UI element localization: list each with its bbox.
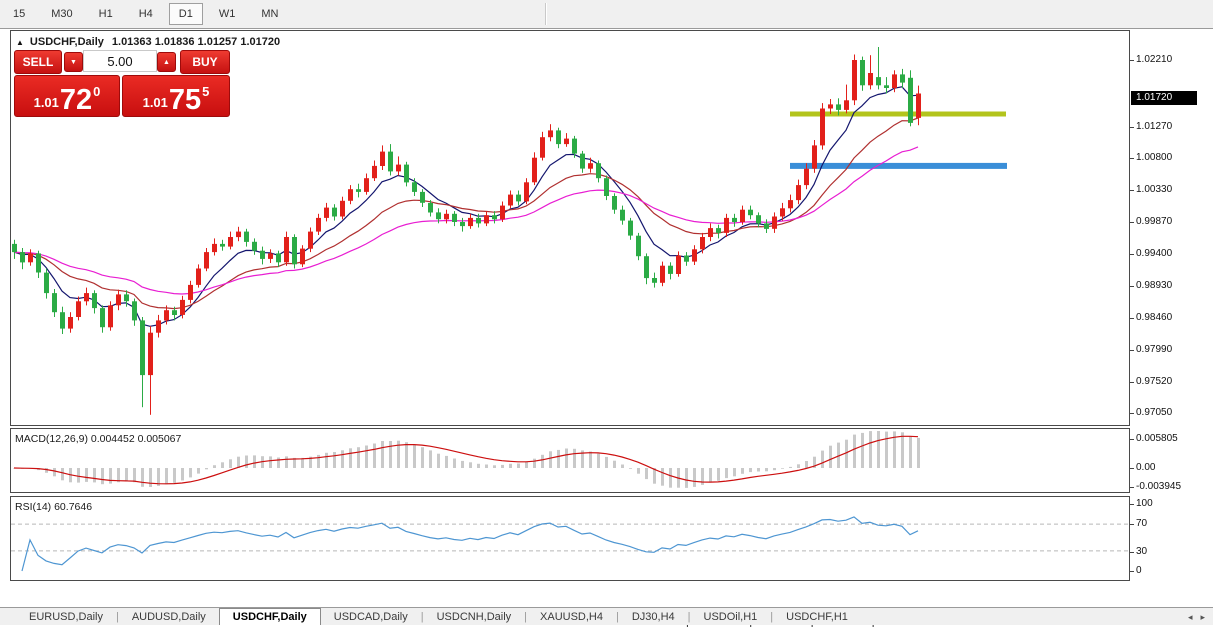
- sell-price-big-digits: 72: [60, 87, 92, 113]
- price-axis-label: 0.98930: [1136, 280, 1172, 291]
- rsi-axis-label-tick: [1130, 524, 1134, 525]
- rsi-axis-label-tick: [1130, 504, 1134, 505]
- price-axis-label-tick: [1130, 158, 1134, 159]
- price-axis-label: 1.00330: [1136, 184, 1172, 195]
- mt4-trading-platform: { "toolbar": { "timeframes": [ {"label":…: [0, 0, 1213, 625]
- timeframe-toolbar: 15 M30 H1 H4 D1 W1MN: [0, 0, 1213, 29]
- chart-title: ▲ USDCHF,Daily 1.01363 1.01836 1.01257 1.0…: [16, 36, 280, 50]
- rsi-axis-label-tick: [1130, 571, 1134, 572]
- price-axis-label: 0.97520: [1136, 376, 1172, 387]
- price-axis-label: 0.97050: [1136, 407, 1172, 418]
- timeframe-button-h4[interactable]: H4: [129, 3, 163, 25]
- tab-xauusd-h4[interactable]: XAUUSD,H4: [527, 608, 616, 625]
- price-axis-label: 1.01270: [1136, 121, 1172, 132]
- price-axis-label: 1.00800: [1136, 152, 1172, 163]
- price-axis-label: 1.02210: [1136, 54, 1172, 65]
- price-axis-label-tick: [1130, 60, 1134, 61]
- timeframe-button-15[interactable]: 15: [3, 3, 35, 25]
- volume-increase-button[interactable]: ▲: [157, 52, 176, 72]
- macd-axis-label: -0.003945: [1136, 481, 1181, 492]
- tab-scroll-arrows: ◂ ▸: [1188, 608, 1205, 626]
- price-axis-label: 0.97990: [1136, 344, 1172, 355]
- price-axis-label-tick: [1130, 127, 1134, 128]
- macd-indicator-label: MACD(12,26,9) 0.004452 0.005067: [15, 433, 181, 445]
- macd-axis-label: 0.00: [1136, 462, 1155, 473]
- chart-symbol-label: USDCHF,Daily: [30, 36, 104, 48]
- tab-audusd-daily[interactable]: AUDUSD,Daily: [119, 608, 219, 625]
- tab-eurusd-daily[interactable]: EURUSD,Daily: [16, 608, 116, 625]
- chart-tabbar: EURUSD,Daily|AUDUSD,DailyUSDCHF,DailyUSD…: [0, 607, 1213, 625]
- volume-input[interactable]: 5.00: [83, 50, 157, 72]
- chart-ohlc-values: 1.01363 1.01836 1.01257 1.01720: [112, 36, 280, 48]
- chart-window: ▲ USDCHF,Daily 1.01363 1.01836 1.01257 1.0…: [0, 29, 1213, 607]
- timeframe-button-h1[interactable]: H1: [89, 3, 123, 25]
- macd-axis-label-tick: [1130, 487, 1134, 488]
- price-axis-label-tick: [1130, 286, 1134, 287]
- current-price-marker: 1.01720: [1131, 91, 1197, 105]
- tab-scroll-right-icon[interactable]: ▸: [1200, 612, 1205, 623]
- macd-axis-label-tick: [1130, 439, 1134, 440]
- volume-decrease-button[interactable]: ▼: [64, 52, 83, 72]
- tab-usdcnh-daily[interactable]: USDCNH,Daily: [424, 608, 525, 625]
- macd-axis-label-tick: [1130, 468, 1134, 469]
- rsi-axis-label: 0: [1136, 565, 1142, 576]
- price-axis-label-tick: [1130, 318, 1134, 319]
- sell-price-prefix: 1.01: [34, 95, 59, 110]
- tab-usdcad-daily[interactable]: USDCAD,Daily: [321, 608, 421, 625]
- rsi-axis-label: 30: [1136, 546, 1147, 557]
- sell-button[interactable]: SELL: [14, 50, 62, 74]
- macd-axis-label: 0.005805: [1136, 433, 1178, 444]
- collapse-panel-icon[interactable]: ▲: [16, 38, 24, 47]
- buy-price-prefix: 1.01: [143, 95, 168, 110]
- tab-usdoil-h1[interactable]: USDOil,H1: [691, 608, 771, 625]
- price-axis-label: 0.99400: [1136, 248, 1172, 259]
- buy-price-button[interactable]: 1.01 75 5: [122, 75, 230, 117]
- rsi-axis-label: 100: [1136, 498, 1153, 509]
- price-axis-label: 0.99870: [1136, 216, 1172, 227]
- price-axis-label-tick: [1130, 190, 1134, 191]
- price-axis-label-tick: [1130, 222, 1134, 223]
- price-axis-label-tick: [1130, 382, 1134, 383]
- timeframe-button-m30[interactable]: M30: [41, 3, 82, 25]
- buy-price-pipette: 5: [202, 84, 209, 99]
- price-axis-label: 0.98460: [1136, 312, 1172, 323]
- buy-price-big-digits: 75: [169, 87, 201, 113]
- price-axis-label-tick: [1130, 413, 1134, 414]
- price-axis-label-tick: [1130, 350, 1134, 351]
- rsi-axis-label-tick: [1130, 552, 1134, 553]
- sell-price-pipette: 0: [93, 84, 100, 99]
- tab-scroll-left-icon[interactable]: ◂: [1188, 612, 1193, 623]
- sell-price-button[interactable]: 1.01 72 0: [14, 75, 120, 117]
- tab-usdchf-h1[interactable]: USDCHF,H1: [773, 608, 861, 625]
- buy-button[interactable]: BUY: [180, 50, 230, 74]
- timeframe-button-d1[interactable]: D1: [169, 3, 203, 25]
- tab-dj30-h4[interactable]: DJ30,H4: [619, 608, 688, 625]
- tab-usdchf-daily[interactable]: USDCHF,Daily: [219, 608, 321, 625]
- toolbar-separator: [545, 3, 547, 25]
- timeframe-button-mn[interactable]: MN: [251, 3, 288, 25]
- timeframe-button-w1[interactable]: W1: [209, 3, 246, 25]
- price-axis-label-tick: [1130, 254, 1134, 255]
- rsi-axis-label: 70: [1136, 518, 1147, 529]
- rsi-indicator-label: RSI(14) 60.7646: [15, 501, 92, 513]
